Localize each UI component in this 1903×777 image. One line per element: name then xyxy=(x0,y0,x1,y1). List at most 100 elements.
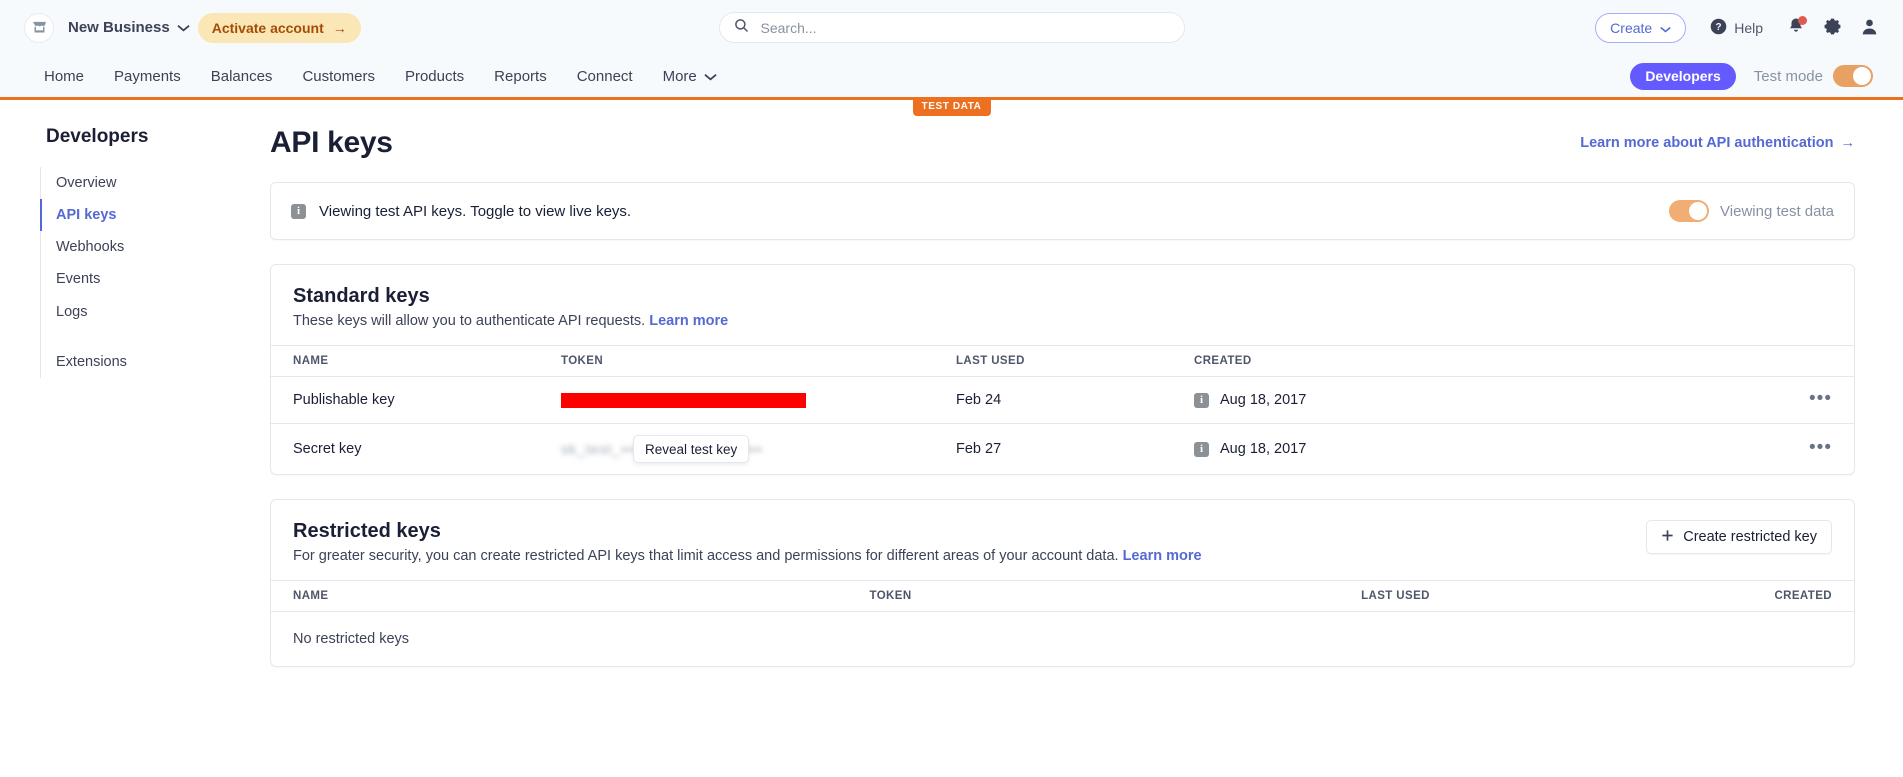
nav-label: Payments xyxy=(114,67,181,85)
activate-account-button[interactable]: Activate account → xyxy=(197,12,361,43)
top-bar-actions: Create ? Help xyxy=(1595,12,1879,43)
nav-label: Customers xyxy=(302,67,375,85)
column-header-last-used: LAST USED xyxy=(949,580,1468,612)
sidebar-item-logs[interactable]: Logs xyxy=(40,296,270,328)
api-authentication-link[interactable]: Learn more about API authentication → xyxy=(1580,135,1855,151)
user-icon xyxy=(1860,17,1879,39)
settings-button[interactable] xyxy=(1823,17,1842,39)
nav-item-more[interactable]: More xyxy=(663,64,717,89)
column-header-token: TOKEN xyxy=(561,345,956,377)
nav-item-customers[interactable]: Customers xyxy=(302,64,375,89)
help-button[interactable]: ? Help xyxy=(1704,17,1769,39)
developers-button[interactable]: Developers xyxy=(1630,62,1736,90)
standard-keys-title: Standard keys xyxy=(293,285,430,307)
create-button-label: Create xyxy=(1610,19,1653,36)
nav-item-payments[interactable]: Payments xyxy=(114,64,181,89)
sidebar-primary-group: Overview API keys Webhooks Events Logs E… xyxy=(40,167,270,378)
sidebar-item-label: Events xyxy=(56,271,101,288)
notice-text: Viewing test API keys. Toggle to view li… xyxy=(319,202,632,220)
sidebar-item-webhooks[interactable]: Webhooks xyxy=(40,231,270,263)
overflow-menu-icon[interactable]: ••• xyxy=(1809,389,1832,408)
nav-item-balances[interactable]: Balances xyxy=(211,64,273,89)
row-actions[interactable]: ••• xyxy=(1794,376,1854,424)
search-input[interactable] xyxy=(758,18,1170,37)
nav-label: Balances xyxy=(210,67,273,85)
profile-button[interactable] xyxy=(1860,17,1879,39)
activate-account-label: Activate account xyxy=(211,19,324,36)
account-name[interactable]: New Business xyxy=(68,19,190,36)
plus-icon xyxy=(1661,529,1674,546)
search-box[interactable] xyxy=(718,12,1185,43)
nav-label: Reports xyxy=(494,67,547,85)
info-icon: i xyxy=(1194,441,1209,457)
create-restricted-key-button[interactable]: Create restricted key xyxy=(1646,520,1832,554)
column-header-created: CREATED xyxy=(1194,345,1794,377)
nav-label: Home xyxy=(44,67,85,85)
key-created: i Aug 18, 2017 xyxy=(1194,376,1794,424)
sidebar-item-overview[interactable]: Overview xyxy=(40,167,270,199)
notifications-button[interactable] xyxy=(1787,16,1807,38)
nav-item-products[interactable]: Products xyxy=(405,64,464,89)
info-icon: i xyxy=(1194,392,1209,408)
table-row-empty: No restricted keys xyxy=(271,612,1854,667)
sidebar-item-extensions[interactable]: Extensions xyxy=(40,346,270,378)
key-created: i Aug 18, 2017 xyxy=(1194,424,1794,475)
search-icon xyxy=(734,18,749,38)
restricted-keys-learn-more-link[interactable]: Learn more xyxy=(1123,548,1202,564)
sidebar-item-label: Overview xyxy=(56,175,117,191)
column-header-actions xyxy=(1794,345,1854,377)
info-icon: i xyxy=(291,203,306,219)
standard-keys-description-text: These keys will allow you to authenticat… xyxy=(293,313,646,329)
top-bar: New Business Activate account → Create xyxy=(0,0,1903,55)
restricted-keys-table-head: NAME TOKEN LAST USED CREATED xyxy=(271,580,1854,612)
create-button[interactable]: Create xyxy=(1595,12,1687,43)
standard-keys-description: These keys will allow you to authenticat… xyxy=(293,313,1832,329)
redacted-token-bar xyxy=(561,392,806,408)
column-header-token: TOKEN xyxy=(561,580,950,612)
nav-label: Products xyxy=(404,67,465,85)
toggle-knob xyxy=(1853,67,1871,85)
table-row: Publishable key Feb 24 i Aug 18, 2017 ••… xyxy=(271,376,1854,424)
restricted-keys-description: For greater security, you can create res… xyxy=(293,548,1202,564)
sidebar-item-events[interactable]: Events xyxy=(40,263,270,295)
nav-label: Connect xyxy=(576,67,633,85)
restricted-keys-header: Restricted keys For greater security, yo… xyxy=(271,500,1854,580)
sidebar-item-label: Extensions xyxy=(56,353,127,370)
standard-keys-header: Standard keys These keys will allow you … xyxy=(271,265,1854,345)
nav-item-home[interactable]: Home xyxy=(44,64,84,89)
overflow-menu-icon[interactable]: ••• xyxy=(1809,438,1832,457)
viewing-test-data-toggle[interactable] xyxy=(1669,200,1710,222)
account-switcher[interactable]: New Business xyxy=(24,12,190,43)
key-name: Publishable key xyxy=(271,376,561,424)
sidebar-item-api-keys[interactable]: API keys xyxy=(40,199,270,232)
sidebar-item-label: Logs xyxy=(56,303,88,320)
nav-item-connect[interactable]: Connect xyxy=(577,64,633,89)
column-header-name: NAME xyxy=(271,345,561,377)
arrow-right-icon: → xyxy=(1840,135,1856,151)
page-title: API keys xyxy=(270,126,393,159)
test-mode-toggle[interactable] xyxy=(1833,65,1873,87)
test-keys-notice: i Viewing test API keys. Toggle to view … xyxy=(270,182,1855,240)
row-actions[interactable]: ••• xyxy=(1794,424,1854,475)
viewing-test-data-control[interactable]: Viewing test data xyxy=(1669,200,1834,222)
restricted-keys-description-text: For greater security, you can create res… xyxy=(293,548,1119,564)
gear-icon xyxy=(1823,17,1842,39)
table-header-row: NAME TOKEN LAST USED CREATED xyxy=(271,345,1854,377)
svg-text:?: ? xyxy=(1716,22,1722,33)
empty-state-message: No restricted keys xyxy=(293,631,410,647)
key-token[interactable] xyxy=(561,376,956,424)
notification-badge xyxy=(1798,16,1807,25)
help-icon: ? xyxy=(1710,18,1727,38)
chevron-down-icon xyxy=(177,19,190,36)
sidebar-item-label: Webhooks xyxy=(56,239,125,256)
key-token[interactable]: sk_test_•••••••••••••••••••••••• Reveal … xyxy=(561,424,956,475)
key-last-used: Feb 27 xyxy=(956,441,1002,457)
reveal-test-key-button[interactable]: Reveal test key xyxy=(633,435,750,463)
nav-item-reports[interactable]: Reports xyxy=(494,64,547,89)
test-mode-control[interactable]: Test mode xyxy=(1754,65,1873,87)
test-data-badge: TEST DATA xyxy=(912,98,991,116)
table-header-row: NAME TOKEN LAST USED CREATED xyxy=(271,580,1854,612)
search-container xyxy=(718,12,1185,43)
standard-keys-learn-more-link[interactable]: Learn more xyxy=(649,313,728,329)
notice-left: i Viewing test API keys. Toggle to view … xyxy=(291,203,631,220)
